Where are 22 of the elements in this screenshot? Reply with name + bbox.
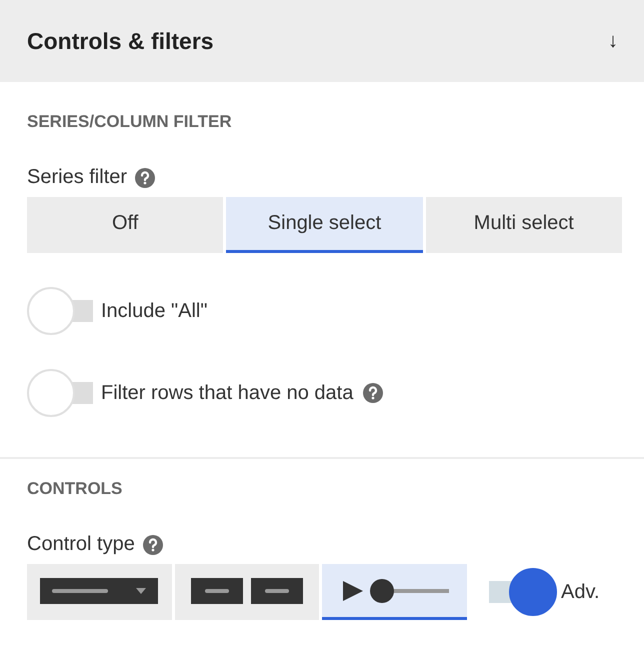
toggle-label: Include "All" [101,300,208,322]
dropdown-icon [40,578,158,604]
segment-option[interactable]: Off [27,197,224,253]
collapse-arrow-icon[interactable]: ↓ [608,30,618,52]
slider-icon [340,576,449,604]
toggle-label: Adv. [561,580,600,604]
section-heading: CONTROLS [27,479,124,499]
panel-title: Controls & filters [27,28,214,54]
segment-option[interactable]: Single select [226,197,423,253]
control-type-option[interactable] [27,564,172,620]
control-type-option[interactable] [322,564,468,620]
section-heading: SERIES/COLUMN FILTER [27,112,233,132]
help-icon[interactable] [142,534,163,554]
toggle-label: Filter rows that have no data [101,382,354,404]
field-label: Series filter [27,166,128,189]
help-icon[interactable] [135,168,156,188]
help-icon[interactable] [363,383,384,403]
panel-header[interactable]: Controls & filters ↓ [0,0,644,82]
control-type-option[interactable] [174,564,320,620]
buttons-icon [191,578,303,604]
segment-option[interactable]: Multi select [426,197,622,253]
field-label: Control type [27,533,135,556]
